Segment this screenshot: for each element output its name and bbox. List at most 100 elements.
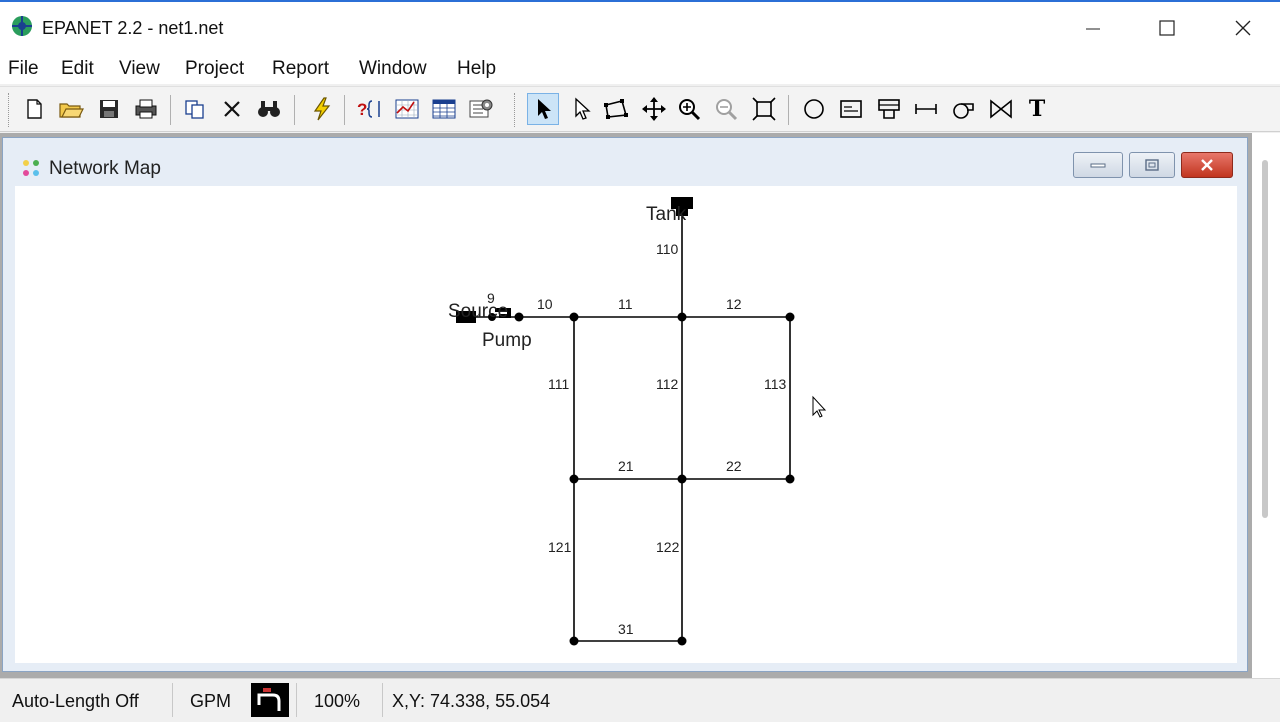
add-tank-button[interactable] bbox=[873, 93, 905, 125]
run-status-indicator bbox=[251, 683, 289, 717]
add-valve-icon bbox=[990, 99, 1012, 119]
add-junction-button[interactable] bbox=[798, 93, 830, 125]
network-map-title: Network Map bbox=[49, 158, 161, 179]
graph-button[interactable] bbox=[391, 93, 423, 125]
minimize-button[interactable] bbox=[1070, 10, 1116, 46]
pump-label: Pump bbox=[482, 330, 532, 351]
add-pipe-button[interactable] bbox=[910, 93, 942, 125]
status-separator bbox=[172, 683, 173, 717]
zoom-out-icon bbox=[716, 99, 738, 121]
toolbar-separator bbox=[170, 95, 171, 125]
delete-button[interactable] bbox=[216, 93, 248, 125]
junction-node[interactable] bbox=[677, 474, 687, 484]
print-icon bbox=[135, 99, 157, 119]
add-valve-button[interactable] bbox=[985, 93, 1017, 125]
status-bar: Auto-Length Off GPM 100% X,Y: 74.338, 55… bbox=[0, 678, 1280, 720]
find-icon bbox=[258, 101, 280, 117]
add-label-button[interactable]: T bbox=[1021, 93, 1053, 125]
delete-icon bbox=[224, 101, 240, 117]
faucet-icon bbox=[257, 688, 281, 711]
pan-button[interactable] bbox=[638, 93, 670, 125]
close-button[interactable] bbox=[1220, 10, 1266, 46]
child-close-button[interactable] bbox=[1181, 152, 1233, 178]
query-button[interactable]: ? bbox=[354, 93, 386, 125]
network-map-window: Network Map Source Tank Pump 9 10 11 12 … bbox=[2, 137, 1248, 672]
restore-icon bbox=[1145, 159, 1159, 171]
menu-window[interactable]: Window bbox=[359, 58, 427, 80]
open-icon bbox=[59, 103, 84, 118]
select-object-icon bbox=[538, 99, 551, 119]
minimize-icon bbox=[1086, 28, 1100, 30]
menu-help[interactable]: Help bbox=[457, 58, 496, 80]
select-vertex-button[interactable] bbox=[565, 93, 597, 125]
full-extent-icon bbox=[752, 97, 776, 121]
link-label-122: 122 bbox=[656, 539, 680, 555]
auto-length-status[interactable]: Auto-Length Off bbox=[12, 691, 139, 712]
child-restore-button[interactable] bbox=[1129, 152, 1175, 178]
menu-report[interactable]: Report bbox=[272, 58, 329, 80]
network-diagram[interactable]: Source Tank Pump 9 10 11 12 110 111 112 … bbox=[15, 186, 1237, 663]
network-map-canvas[interactable]: Source Tank Pump 9 10 11 12 110 111 112 … bbox=[15, 186, 1237, 663]
status-separator bbox=[382, 683, 383, 717]
graph-icon bbox=[395, 99, 419, 119]
copy-icon bbox=[185, 100, 204, 119]
menu-view[interactable]: View bbox=[119, 58, 160, 80]
junction-node[interactable] bbox=[569, 474, 579, 484]
add-junction-icon bbox=[804, 99, 824, 119]
add-reservoir-button[interactable] bbox=[835, 93, 867, 125]
full-extent-button[interactable] bbox=[748, 93, 780, 125]
link-label-21: 21 bbox=[618, 458, 634, 474]
add-pump-icon bbox=[953, 103, 974, 119]
select-region-icon bbox=[604, 99, 628, 119]
junction-node[interactable] bbox=[677, 636, 687, 646]
zoom-out-button[interactable] bbox=[710, 93, 742, 125]
toolbar-grip[interactable] bbox=[8, 93, 12, 127]
select-region-button[interactable] bbox=[600, 93, 632, 125]
maximize-button[interactable] bbox=[1144, 10, 1190, 46]
junction-node[interactable] bbox=[785, 312, 795, 322]
close-icon bbox=[1201, 159, 1213, 171]
print-button[interactable] bbox=[130, 93, 162, 125]
minimize-icon bbox=[1090, 163, 1106, 168]
add-pump-button[interactable] bbox=[947, 93, 979, 125]
add-reservoir-icon bbox=[840, 100, 862, 118]
zoom-in-button[interactable] bbox=[673, 93, 705, 125]
link-label-11: 11 bbox=[618, 296, 633, 312]
save-icon bbox=[100, 100, 118, 118]
window-title: EPANET 2.2 - net1.net bbox=[42, 18, 224, 38]
options-icon bbox=[469, 99, 493, 118]
options-button[interactable] bbox=[465, 93, 497, 125]
toolbar-separator bbox=[294, 95, 295, 125]
open-button[interactable] bbox=[55, 93, 87, 125]
junction-node[interactable] bbox=[785, 474, 795, 484]
menu-edit[interactable]: Edit bbox=[61, 58, 94, 80]
mouse-cursor-icon bbox=[812, 395, 827, 418]
pan-icon bbox=[642, 97, 666, 121]
add-pipe-icon bbox=[915, 104, 937, 114]
child-minimize-button[interactable] bbox=[1073, 152, 1123, 178]
link-label-121: 121 bbox=[548, 539, 572, 555]
link-label-31: 31 bbox=[618, 621, 634, 637]
copy-button[interactable] bbox=[179, 93, 211, 125]
junction-node[interactable] bbox=[514, 312, 524, 322]
query-icon: ? bbox=[357, 100, 380, 119]
junction-node[interactable] bbox=[677, 312, 687, 322]
zoom-in-icon bbox=[679, 99, 701, 121]
junction-node[interactable] bbox=[569, 636, 579, 646]
menu-project[interactable]: Project bbox=[185, 58, 244, 80]
new-button[interactable] bbox=[18, 93, 50, 125]
table-button[interactable] bbox=[428, 93, 460, 125]
scrollbar-thumb[interactable] bbox=[1262, 160, 1268, 518]
run-button[interactable] bbox=[306, 93, 338, 125]
junction-node[interactable] bbox=[569, 312, 579, 322]
find-button[interactable] bbox=[253, 93, 285, 125]
select-vertex-icon bbox=[575, 97, 591, 120]
save-button[interactable] bbox=[93, 93, 125, 125]
add-label-icon: T bbox=[1028, 96, 1046, 122]
select-object-button[interactable] bbox=[527, 93, 559, 125]
toolbar-grip[interactable] bbox=[514, 93, 518, 127]
mdi-vertical-scrollbar[interactable] bbox=[1252, 133, 1280, 678]
menu-file[interactable]: File bbox=[8, 58, 39, 80]
node-label-source: Source bbox=[448, 301, 508, 322]
table-icon bbox=[432, 99, 456, 119]
